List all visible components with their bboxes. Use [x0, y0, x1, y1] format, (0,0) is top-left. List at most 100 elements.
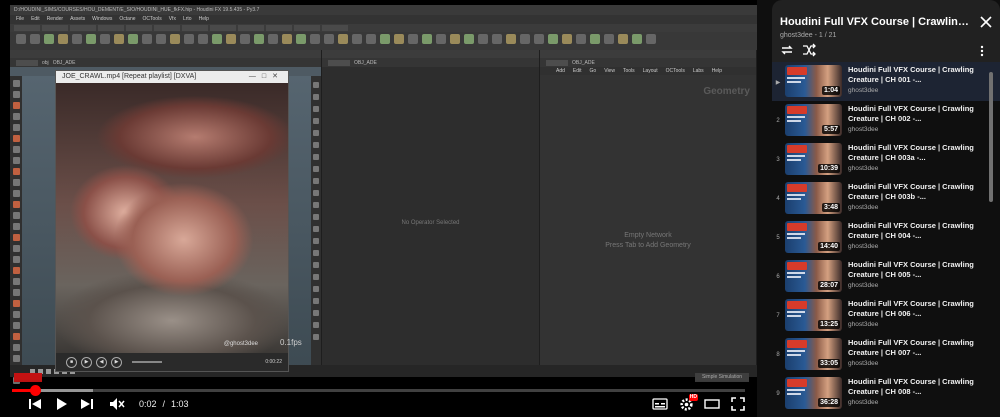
- video-duration: 36:28: [818, 398, 840, 407]
- close-playlist-button[interactable]: [978, 14, 994, 30]
- channel-name[interactable]: ghost3dee: [848, 399, 982, 406]
- playlist-item[interactable]: 2 5:57 Houdini Full VFX Course | Crawling …: [772, 101, 1000, 140]
- play-button[interactable]: [48, 391, 74, 417]
- houdini-menu-item: Windows: [92, 16, 113, 22]
- houdini-menu-item: Render: [46, 16, 64, 22]
- video-thumbnail[interactable]: 3:48: [785, 182, 842, 214]
- network-menu-item: Add: [556, 68, 565, 74]
- skip-previous-icon: [29, 399, 41, 409]
- houdini-menubar: File Edit Render Assets Windows Octane OCTools…: [10, 15, 757, 24]
- video-title[interactable]: Houdini Full VFX Course | Crawling Creat…: [848, 104, 982, 124]
- video-title[interactable]: Houdini Full VFX Course | Crawling Creat…: [848, 221, 982, 241]
- video-duration: 14:40: [818, 242, 840, 251]
- playlist-item-index: 3: [776, 157, 780, 163]
- volume-muted-icon: [110, 398, 125, 410]
- video-title[interactable]: Houdini Full VFX Course | Crawling Creat…: [848, 338, 982, 358]
- mute-button[interactable]: [104, 391, 130, 417]
- playlist-item[interactable]: 9 36:28 Houdini Full VFX Course | Crawling…: [772, 374, 1000, 413]
- playlist-item-index: 4: [776, 196, 780, 202]
- playlist-item[interactable]: 6 28:07 Houdini Full VFX Course | Crawling…: [772, 257, 1000, 296]
- fullscreen-icon: [731, 397, 745, 411]
- playlist-item-index: 2: [776, 118, 780, 124]
- creature-video-frame: @ghost3dee: [56, 83, 288, 353]
- network-menu-item: View: [604, 68, 615, 74]
- subtitles-button[interactable]: [647, 391, 673, 417]
- houdini-parameter-pane: OBJ_ADE No Operator Selected: [322, 50, 540, 377]
- network-menubar: Add Edit Go View Tools Layout OCTools Labs Help: [540, 67, 756, 75]
- playlist-item[interactable]: 4 3:48 Houdini Full VFX Course | Crawling …: [772, 179, 1000, 218]
- houdini-title-bar: D:/HOUDINI_SIMS/COURSES/HOU_DEMENT/E_SIO…: [10, 5, 757, 15]
- playlist-item-index: 6: [776, 274, 780, 280]
- network-menu-item: Help: [711, 68, 722, 74]
- video-thumbnail[interactable]: 10:39: [785, 143, 842, 175]
- prev-icon: ◀: [96, 356, 107, 368]
- video-title[interactable]: Houdini Full VFX Course | Crawling Creat…: [848, 299, 982, 319]
- playlist-item[interactable]: 8 33:05 Houdini Full VFX Course | Crawling…: [772, 335, 1000, 374]
- video-thumbnail[interactable]: 5:57: [785, 104, 842, 136]
- playlist-title[interactable]: Houdini Full VFX Course | Crawling Creat…: [780, 16, 970, 28]
- network-menu-item: Labs: [692, 68, 704, 74]
- more-options-button[interactable]: [976, 44, 988, 57]
- video-title[interactable]: Houdini Full VFX Course | Crawling Creat…: [848, 182, 982, 202]
- video-title[interactable]: Houdini Full VFX Course | Crawling Creat…: [848, 377, 982, 397]
- houdini-menu-item: Octane: [119, 16, 136, 22]
- playlist-panel: Houdini Full VFX Course | Crawling Creat…: [772, 0, 1000, 417]
- previous-button[interactable]: [22, 391, 48, 417]
- media-seek-bar: [132, 361, 162, 363]
- playlist-item[interactable]: 7 13:25 Houdini Full VFX Course | Crawling…: [772, 296, 1000, 335]
- channel-name[interactable]: ghost3dee: [848, 204, 982, 211]
- playlist-item[interactable]: ▶ 1:04 Houdini Full VFX Course | Crawling …: [772, 62, 1000, 101]
- playlist-item[interactable]: 5 14:40 Houdini Full VFX Course | Crawling…: [772, 218, 1000, 257]
- stop-icon: ■: [66, 356, 77, 368]
- video-thumbnail[interactable]: 1:04: [785, 65, 842, 97]
- video-title[interactable]: Houdini Full VFX Course | Crawling Creat…: [848, 143, 982, 163]
- network-menu-item: Edit: [572, 68, 582, 74]
- more-vertical-icon: [980, 45, 984, 57]
- video-title[interactable]: Houdini Full VFX Course | Crawling Creat…: [848, 260, 982, 280]
- video-duration: 10:39: [818, 164, 840, 173]
- houdini-shelf-tools: [10, 32, 757, 50]
- channel-name[interactable]: ghost3dee: [848, 87, 982, 94]
- media-controls: ■ ▶ ◀ ▶ 0:00:22: [56, 353, 288, 371]
- fullscreen-button[interactable]: [725, 391, 751, 417]
- network-menu-item: Go: [589, 68, 597, 74]
- playlist-item-index: 5: [776, 235, 780, 241]
- loop-playlist-button[interactable]: [780, 43, 794, 57]
- video-duration: 5:57: [821, 125, 840, 134]
- channel-name[interactable]: ghost3dee: [848, 321, 982, 328]
- channel-name[interactable]: ghost3dee: [848, 243, 982, 250]
- shuffle-button[interactable]: [802, 43, 816, 57]
- houdini-menu-item: File: [16, 16, 25, 22]
- video-player[interactable]: D:/HOUDINI_SIMS/COURSES/HOU_DEMENT/E_SIO…: [0, 0, 757, 417]
- video-thumbnail[interactable]: 28:07: [785, 260, 842, 292]
- video-thumbnail[interactable]: 33:05: [785, 338, 842, 370]
- play-icon: ▶: [81, 356, 92, 368]
- next-button[interactable]: [74, 391, 100, 417]
- media-player-window: JOE_CRAWL.mp4 [Repeat playlist] [DXVA] —…: [55, 70, 289, 372]
- houdini-network-pane: OBJ_ADE Add Edit Go View Tools Layout OCTools L…: [540, 50, 757, 377]
- playlist-scrollbar[interactable]: [989, 72, 993, 202]
- window-controls: —□✕: [248, 73, 284, 80]
- channel-name[interactable]: ghost3dee: [848, 360, 982, 367]
- time-display: 0:02 / 1:03: [136, 399, 192, 409]
- skip-next-icon: [81, 399, 93, 409]
- houdini-menu-item: OCTools: [142, 16, 162, 22]
- theater-mode-button[interactable]: [699, 391, 725, 417]
- video-title[interactable]: Houdini Full VFX Course | Crawling Creat…: [848, 65, 982, 85]
- settings-button[interactable]: HD: [673, 391, 699, 417]
- video-thumbnail[interactable]: 14:40: [785, 221, 842, 253]
- loop-icon: [781, 45, 793, 55]
- play-icon: [57, 398, 67, 410]
- playlist-item[interactable]: 3 10:39 Houdini Full VFX Course | Crawling…: [772, 140, 1000, 179]
- subtitles-icon: [652, 398, 668, 410]
- viewport-right-toolbar: [311, 76, 321, 371]
- channel-name[interactable]: ghost3dee: [848, 126, 982, 133]
- video-thumbnail[interactable]: 13:25: [785, 299, 842, 331]
- time-total: 1:03: [171, 399, 189, 409]
- viewport-left-toolbar: [10, 76, 22, 384]
- playlist-header: Houdini Full VFX Course | Crawling Creat…: [772, 0, 1000, 62]
- channel-name[interactable]: ghost3dee: [848, 165, 982, 172]
- channel-name[interactable]: ghost3dee: [848, 282, 982, 289]
- video-thumbnail[interactable]: 36:28: [785, 377, 842, 409]
- empty-network-text: Empty Network: [624, 232, 672, 239]
